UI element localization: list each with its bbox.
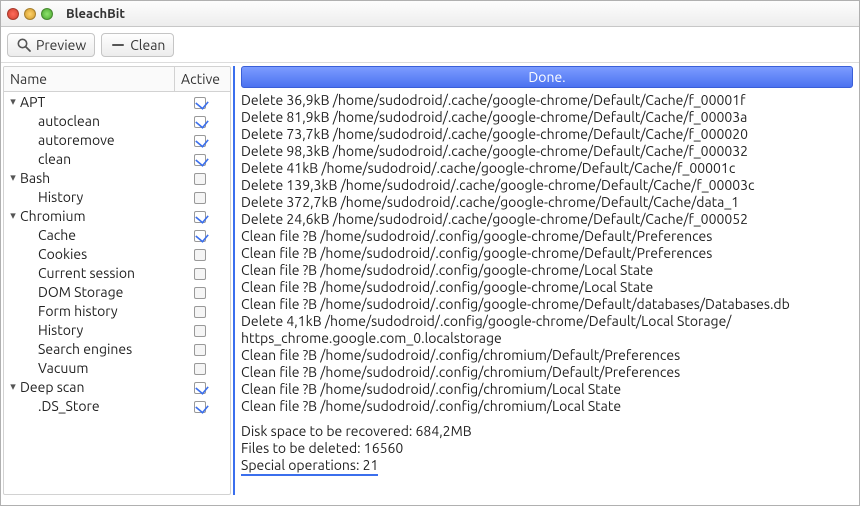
- tree-row-label: autoclean: [20, 113, 172, 129]
- log-line: Clean file ?B /home/sudodroid/.config/go…: [241, 279, 853, 296]
- minimize-icon[interactable]: [24, 8, 36, 20]
- tree-row-label: Cookies: [20, 246, 172, 262]
- active-checkbox[interactable]: [172, 303, 228, 319]
- active-checkbox[interactable]: [172, 246, 228, 262]
- window-title: BleachBit: [66, 7, 125, 21]
- tree-row-label: Bash: [20, 170, 172, 186]
- log-line: Delete 81,9kB /home/sudodroid/.cache/goo…: [241, 109, 853, 126]
- tree-row[interactable]: Cache: [4, 225, 230, 244]
- log-summary-line: Files to be deleted: 16560: [241, 440, 853, 457]
- tree-row-label: History: [20, 322, 172, 338]
- progress-status: Done.: [528, 69, 565, 85]
- expander-icon[interactable]: ▾: [6, 209, 20, 222]
- minus-icon: [110, 37, 126, 53]
- expander-icon[interactable]: ▾: [6, 95, 20, 108]
- tree-row[interactable]: History: [4, 187, 230, 206]
- search-icon: [16, 37, 32, 53]
- tree-row-label: History: [20, 189, 172, 205]
- tree-row-label: Deep scan: [20, 379, 172, 395]
- log-line: Delete 372,7kB /home/sudodroid/.cache/go…: [241, 194, 853, 211]
- cleaner-tree: Name Active ▾APTautocleanautoremoveclean…: [3, 66, 231, 495]
- log-line: Clean file ?B /home/sudodroid/.config/ch…: [241, 364, 853, 381]
- log-line: Delete 98,3kB /home/sudodroid/.cache/goo…: [241, 143, 853, 160]
- tree-row[interactable]: Form history: [4, 301, 230, 320]
- tree-row-label: Search engines: [20, 341, 172, 357]
- tree-row-label: clean: [20, 151, 172, 167]
- log-line: Clean file ?B /home/sudodroid/.config/go…: [241, 228, 853, 245]
- tree-row[interactable]: Vacuum: [4, 358, 230, 377]
- log-line: Clean file ?B /home/sudodroid/.config/go…: [241, 245, 853, 262]
- clean-label: Clean: [130, 37, 165, 53]
- active-checkbox[interactable]: [172, 379, 228, 395]
- log-line: Clean file ?B /home/sudodroid/.config/go…: [241, 296, 853, 313]
- column-active[interactable]: Active: [174, 67, 230, 91]
- clean-button[interactable]: Clean: [101, 33, 174, 57]
- tree-row[interactable]: ▾Deep scan: [4, 377, 230, 396]
- tree-row-label: autoremove: [20, 132, 172, 148]
- log-summary-line: Special operations: 21: [241, 457, 853, 476]
- log-panel: Done. Delete 36,9kB /home/sudodroid/.cac…: [241, 66, 853, 495]
- tree-row-label: Cache: [20, 227, 172, 243]
- log-line: Delete 139,3kB /home/sudodroid/.cache/go…: [241, 177, 853, 194]
- tree-row-label: .DS_Store: [20, 398, 172, 414]
- tree-row[interactable]: Cookies: [4, 244, 230, 263]
- titlebar: BleachBit: [1, 1, 859, 27]
- active-checkbox[interactable]: [172, 341, 228, 357]
- tree-row[interactable]: clean: [4, 149, 230, 168]
- active-checkbox[interactable]: [172, 94, 228, 110]
- active-checkbox[interactable]: [172, 360, 228, 376]
- active-checkbox[interactable]: [172, 132, 228, 148]
- log-output[interactable]: Delete 36,9kB /home/sudodroid/.cache/goo…: [241, 92, 853, 495]
- log-summary-line: Disk space to be recovered: 684,2MB: [241, 423, 853, 440]
- log-line: Clean file ?B /home/sudodroid/.config/go…: [241, 262, 853, 279]
- tree-row[interactable]: DOM Storage: [4, 282, 230, 301]
- active-checkbox[interactable]: [172, 113, 228, 129]
- active-checkbox[interactable]: [172, 189, 228, 205]
- progress-bar: Done.: [241, 66, 853, 88]
- tree-row[interactable]: ▾Chromium: [4, 206, 230, 225]
- preview-label: Preview: [36, 37, 86, 53]
- maximize-icon[interactable]: [41, 8, 53, 20]
- tree-row[interactable]: .DS_Store: [4, 396, 230, 415]
- expander-icon[interactable]: ▾: [6, 380, 20, 393]
- column-name[interactable]: Name: [4, 67, 174, 91]
- log-line: Clean file ?B /home/sudodroid/.config/ch…: [241, 381, 853, 398]
- tree-row[interactable]: autoremove: [4, 130, 230, 149]
- tree-row-label: Form history: [20, 303, 172, 319]
- active-checkbox[interactable]: [172, 170, 228, 186]
- active-checkbox[interactable]: [172, 227, 228, 243]
- tree-row-label: APT: [20, 94, 172, 110]
- active-checkbox[interactable]: [172, 265, 228, 281]
- tree-row[interactable]: Search engines: [4, 339, 230, 358]
- tree-row[interactable]: Current session: [4, 263, 230, 282]
- tree-row-label: Chromium: [20, 208, 172, 224]
- log-line: Delete 36,9kB /home/sudodroid/.cache/goo…: [241, 92, 853, 109]
- pane-divider[interactable]: [233, 66, 237, 495]
- log-line: https_chrome.google.com_0.localstorage: [241, 330, 853, 347]
- log-line: Delete 24,6kB /home/sudodroid/.cache/goo…: [241, 211, 853, 228]
- active-checkbox[interactable]: [172, 151, 228, 167]
- log-line: Delete 73,7kB /home/sudodroid/.cache/goo…: [241, 126, 853, 143]
- tree-row[interactable]: History: [4, 320, 230, 339]
- tree-row-label: Current session: [20, 265, 172, 281]
- active-checkbox[interactable]: [172, 284, 228, 300]
- active-checkbox[interactable]: [172, 322, 228, 338]
- log-line: Clean file ?B /home/sudodroid/.config/ch…: [241, 347, 853, 364]
- toolbar: Preview Clean: [1, 27, 859, 63]
- tree-row[interactable]: ▾Bash: [4, 168, 230, 187]
- preview-button[interactable]: Preview: [7, 33, 95, 57]
- log-line: Delete 4,1kB /home/sudodroid/.config/goo…: [241, 313, 853, 330]
- expander-icon[interactable]: ▾: [6, 171, 20, 184]
- tree-row[interactable]: ▾APT: [4, 92, 230, 111]
- log-line: Delete 41kB /home/sudodroid/.cache/googl…: [241, 160, 853, 177]
- tree-row-label: DOM Storage: [20, 284, 172, 300]
- log-line: Clean file ?B /home/sudodroid/.config/ch…: [241, 398, 853, 415]
- tree-row[interactable]: autoclean: [4, 111, 230, 130]
- active-checkbox[interactable]: [172, 398, 228, 414]
- active-checkbox[interactable]: [172, 208, 228, 224]
- close-icon[interactable]: [7, 8, 19, 20]
- tree-row-label: Vacuum: [20, 360, 172, 376]
